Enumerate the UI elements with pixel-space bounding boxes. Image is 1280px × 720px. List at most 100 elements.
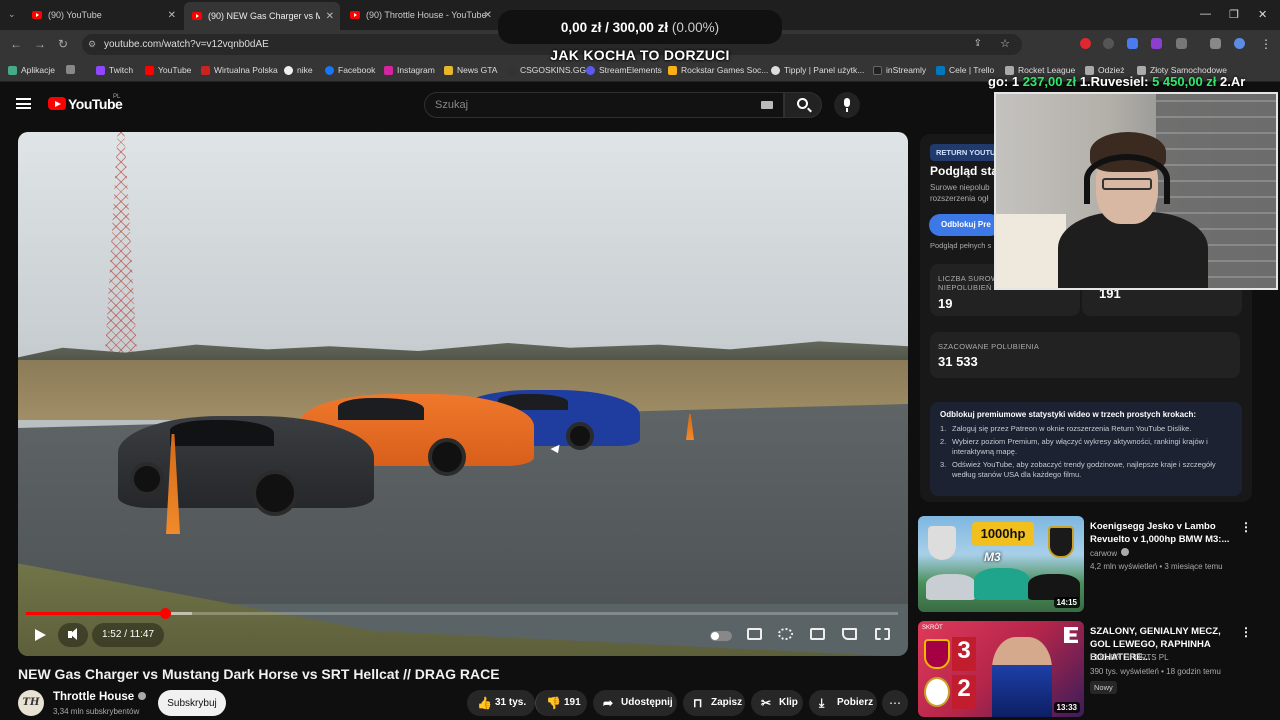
bookmark-item[interactable]: Rockstar Games Soc...: [668, 65, 768, 75]
subscribe-button[interactable]: Subskrybuj: [158, 690, 226, 716]
bookmark-item[interactable]: Aplikacje: [8, 65, 55, 75]
recommendation-channel[interactable]: carwow: [1090, 548, 1130, 558]
window-close-icon[interactable]: ✕: [1258, 8, 1267, 21]
ticker-text: 2.Ar: [1220, 74, 1246, 89]
bookmark-item[interactable]: StreamElements: [586, 65, 662, 75]
bookmark-item[interactable]: nike: [284, 65, 313, 75]
channel-name-link[interactable]: Throttle House: [53, 691, 147, 703]
bookmark-star-icon[interactable]: ☆: [1000, 37, 1010, 50]
channel-avatar[interactable]: TH: [18, 690, 44, 716]
nike-icon: [284, 65, 293, 75]
forward-icon[interactable]: →: [34, 37, 46, 51]
fullscreen-icon[interactable]: [875, 628, 890, 640]
volume-icon[interactable]: [58, 623, 88, 647]
bookmark-item[interactable]: News GTA: [444, 65, 497, 75]
maximize-icon[interactable]: ❐: [1229, 8, 1239, 21]
extension-icon[interactable]: [1103, 38, 1114, 49]
streamelements-icon: [586, 65, 595, 75]
donation-goal-percent: (0.00%): [671, 20, 720, 35]
bookmark-item[interactable]: Instagram: [384, 65, 435, 75]
video-progress-bar[interactable]: [26, 608, 898, 619]
tab-youtube-home[interactable]: (90) YouTube ✕: [24, 4, 182, 26]
video-thumbnail[interactable]: SKRÓT 3 2 13:33: [918, 621, 1084, 717]
profile-avatar[interactable]: [1234, 38, 1245, 49]
youtube-logo-icon[interactable]: [48, 97, 66, 110]
install-app-icon[interactable]: ⇪: [974, 38, 982, 49]
fcb-crest-icon: [924, 639, 950, 669]
autoplay-toggle[interactable]: [710, 631, 732, 641]
bookmark-item[interactable]: Cele | Trello: [936, 65, 994, 75]
recommendation-item[interactable]: 1000hp M3 14:15 Koenigsegg Jesko v Lambo…: [918, 516, 1258, 614]
keyboard-icon[interactable]: [761, 101, 773, 109]
radio-tower: [104, 132, 138, 372]
bookmark-item[interactable]: [66, 65, 79, 74]
video-player[interactable]: 1:52 / 11:47: [18, 132, 908, 656]
twitch-icon: [96, 65, 105, 75]
unlock-premium-button[interactable]: Odblokuj Pre: [929, 214, 1001, 236]
settings-gear-icon[interactable]: [778, 628, 793, 640]
cast-icon[interactable]: [842, 628, 857, 640]
extension-icon[interactable]: [1127, 38, 1138, 49]
hamburger-menu-icon[interactable]: [16, 98, 31, 109]
stat-label: SZACOWANE POLUBIENIA: [938, 342, 1040, 351]
extension-icon[interactable]: [1080, 38, 1091, 49]
close-tab-icon[interactable]: ✕: [326, 11, 334, 22]
bookmark-item[interactable]: CSGOSKINS.GG: [507, 65, 586, 75]
reload-icon[interactable]: ↻: [58, 37, 68, 51]
clip-button[interactable]: ✂ Klip: [751, 690, 803, 716]
bookmark-item[interactable]: Tipply | Panel użytk...: [771, 65, 864, 75]
dislike-button[interactable]: 👎 191: [535, 690, 587, 716]
more-options-icon[interactable]: ⋮: [1240, 625, 1252, 639]
minimize-icon[interactable]: —: [1200, 8, 1211, 20]
more-actions-icon[interactable]: ⋯: [882, 690, 908, 716]
verified-icon: [1121, 548, 1130, 556]
site-info-icon[interactable]: ⚙: [88, 39, 96, 50]
extensions-puzzle-icon[interactable]: [1176, 38, 1187, 49]
bookmark-label: StreamElements: [599, 65, 662, 75]
share-button[interactable]: ➦ Udostępnij: [593, 690, 677, 716]
tab-throttle-house[interactable]: (90) Throttle House - YouTube ✕: [342, 4, 498, 26]
recommendation-item[interactable]: SKRÓT 3 2 13:33 SZALONY, GENIALNY MECZ, …: [918, 621, 1258, 719]
subtitles-icon[interactable]: [747, 628, 762, 640]
close-tab-icon[interactable]: ✕: [484, 10, 492, 21]
donation-goal-amount: 0,00 zł / 300,00 zł: [560, 20, 669, 35]
info-heading: Odblokuj premiumowe statystyki wideo w t…: [940, 410, 1197, 419]
bookmark-label: Instagram: [397, 65, 435, 75]
recommendation-title[interactable]: Koenigsegg Jesko v Lambo Revuelto v 1,00…: [1090, 520, 1240, 546]
voice-search-icon[interactable]: [834, 92, 860, 118]
video-thumbnail[interactable]: 1000hp M3 14:15: [918, 516, 1084, 612]
like-button[interactable]: 👍 31 tys.: [467, 690, 535, 716]
trello-icon: [936, 65, 945, 75]
bookmark-item[interactable]: Facebook: [325, 65, 375, 75]
search-button[interactable]: [784, 92, 822, 118]
play-icon[interactable]: [32, 623, 46, 647]
shelf: [996, 214, 1066, 288]
extension-icon[interactable]: [1151, 38, 1162, 49]
csgoskins-icon: [507, 65, 516, 75]
tab-search-icon[interactable]: ⌄: [8, 9, 16, 20]
scrubber-handle[interactable]: [159, 608, 171, 619]
top-donors-ticker: go: 1 237,00 zł 1.Ruvesiel: 5 450,00 zł …: [988, 74, 1280, 90]
video-duration: 14:15: [1053, 597, 1080, 608]
thumb-car: [926, 574, 976, 600]
scissors-icon: ✂: [761, 696, 772, 710]
download-button[interactable]: ⤓ Pobierz: [809, 690, 877, 716]
estimated-likes-stat: SZACOWANE POLUBIENIA 31 533: [930, 332, 1240, 378]
more-options-icon[interactable]: ⋮: [1240, 520, 1252, 534]
premium-info-box: Odblokuj premiumowe statystyki wideo w t…: [930, 402, 1242, 496]
youtube-icon: [145, 65, 154, 75]
search-input[interactable]: Szukaj: [424, 92, 784, 118]
bookmark-item[interactable]: Wirtualna Polska: [201, 65, 278, 75]
back-icon[interactable]: ←: [10, 37, 22, 51]
bookmark-item[interactable]: Twitch: [96, 65, 133, 75]
browser-menu-icon[interactable]: ⋮: [1260, 37, 1272, 51]
dislike-count: 191: [564, 697, 581, 708]
theater-mode-icon[interactable]: [810, 628, 825, 640]
close-tab-icon[interactable]: ✕: [168, 10, 176, 21]
media-icon[interactable]: [1210, 38, 1221, 49]
bookmark-item[interactable]: YouTube: [145, 65, 191, 75]
tab-current-video[interactable]: (90) NEW Gas Charger vs Must ✕: [184, 2, 340, 30]
recommendation-channel[interactable]: ELEVEN SPORTS PL: [1090, 653, 1169, 662]
bookmark-item[interactable]: inStreamly: [873, 65, 926, 75]
save-button[interactable]: ⊓ Zapisz: [683, 690, 745, 716]
